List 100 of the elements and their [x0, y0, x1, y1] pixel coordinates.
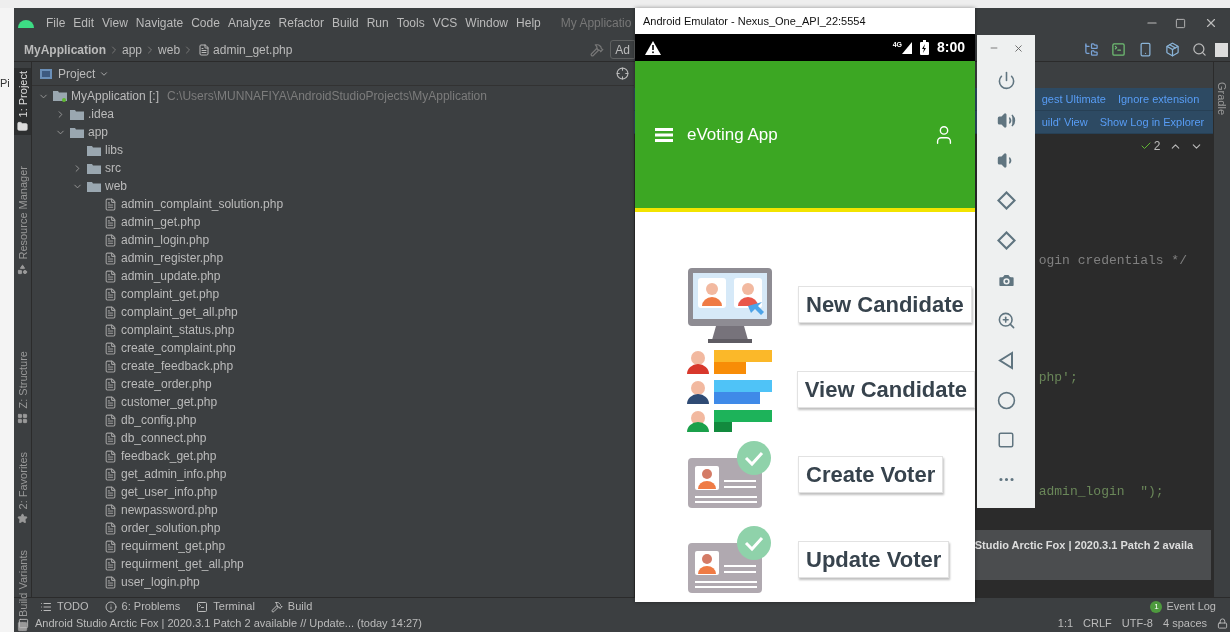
banner-link[interactable]: Ignore extension [1117, 90, 1200, 108]
tool-window-tab[interactable]: 6: Problems [104, 598, 181, 615]
tree-item-label[interactable]: complaint_get_all.php [121, 303, 238, 321]
lock-icon[interactable] [1217, 618, 1228, 629]
action-button[interactable]: New Candidate [798, 286, 972, 323]
menu-item[interactable]: Refactor [274, 14, 328, 32]
back-icon[interactable] [997, 351, 1015, 370]
breadcrumb-item[interactable]: web [158, 40, 181, 59]
breadcrumb-item[interactable]: admin_get.php [213, 40, 293, 59]
tree-item-label[interactable]: get_user_info.php [121, 483, 218, 501]
overview-icon[interactable] [997, 431, 1015, 449]
banner-link[interactable]: gest Ultimate [1041, 90, 1106, 108]
power-icon[interactable] [996, 71, 1016, 90]
folder-icon [17, 121, 28, 133]
module-folder-icon [53, 90, 67, 102]
side-tab[interactable]: Gradle [1213, 82, 1230, 116]
tree-item-label[interactable]: MyApplication [:] [71, 87, 160, 105]
zoom-icon[interactable] [996, 311, 1016, 330]
menu-item[interactable]: Window [461, 14, 513, 32]
tree-item-label[interactable]: admin_register.php [121, 249, 224, 267]
tree-item-label[interactable]: order_solution.php [121, 519, 221, 537]
action-button[interactable]: Create Voter [798, 456, 944, 493]
tree-item-label[interactable]: admin_login.php [121, 231, 210, 249]
tree-item-label[interactable]: create_feedback.php [121, 357, 234, 375]
event-log-tab[interactable]: Event Log [1166, 598, 1216, 615]
side-tab[interactable]: 1: Project [14, 68, 31, 136]
side-tab[interactable]: Z: Structure [14, 348, 31, 427]
tree-item-label[interactable]: requirment_get_all.php [121, 555, 244, 573]
close-icon[interactable] [1012, 42, 1024, 54]
status-item[interactable]: UTF-8 [1121, 615, 1153, 632]
status-item[interactable]: 1:1 [1057, 615, 1074, 632]
project-view-dropdown[interactable]: Project [58, 64, 110, 83]
side-tab[interactable]: 2: Favorites [14, 448, 31, 527]
menu-item[interactable]: Navigate [131, 14, 188, 32]
tree-item-label[interactable]: feedback_get.php [121, 447, 217, 465]
tree-item-label[interactable]: requirment_get.php [121, 537, 226, 555]
tree-item-label[interactable]: newpassword.php [121, 501, 218, 519]
tree-item-label[interactable]: complaint_get.php [121, 285, 220, 303]
tree-item-label[interactable]: db_config.php [121, 411, 197, 429]
tree-item-label[interactable]: .idea [88, 105, 115, 123]
menu-item[interactable]: Build [327, 14, 363, 32]
status-item[interactable]: 4 spaces [1162, 615, 1207, 632]
check-icon [1139, 140, 1152, 152]
tree-item-label[interactable]: db_connect.php [121, 429, 207, 447]
breadcrumb-item[interactable]: app [122, 40, 143, 59]
phone-icon[interactable] [1138, 42, 1153, 57]
tool-window-tab[interactable]: Terminal [196, 598, 255, 615]
folder-tree-icon[interactable] [1084, 42, 1099, 57]
tree-item-label[interactable]: complaint_status.php [121, 321, 235, 339]
action-button[interactable]: View Candidate [796, 371, 975, 408]
close-icon[interactable] [1204, 16, 1218, 30]
hammer-icon[interactable] [590, 42, 605, 57]
banner-link[interactable]: Show Log in Explorer [1099, 113, 1205, 131]
status-item[interactable]: CRLF [1083, 615, 1112, 632]
menu-item[interactable]: Code [187, 14, 224, 32]
menu-item[interactable]: Help [512, 14, 545, 32]
menu-item[interactable]: VCS [428, 14, 462, 32]
tree-item-label[interactable]: libs [105, 141, 123, 159]
menu-icon[interactable] [655, 127, 673, 142]
tree-item-label[interactable]: user_login.php [121, 573, 200, 591]
breadcrumb-item[interactable]: MyApplication [24, 40, 106, 59]
tree-item-label[interactable]: admin_get.php [121, 213, 201, 231]
menu-item[interactable]: Tools [392, 14, 429, 32]
menu-item[interactable]: View [98, 14, 132, 32]
file-icon [104, 287, 117, 301]
action-button[interactable]: Update Voter [798, 541, 950, 578]
tool-window-tab[interactable]: TODO [40, 598, 89, 615]
panel-toggle-icon[interactable] [18, 618, 29, 629]
menu-item[interactable]: Analyze [223, 14, 275, 32]
rotate-right-icon[interactable] [996, 231, 1016, 250]
side-tab[interactable]: Resource Manager [14, 163, 31, 279]
tree-item-label[interactable]: customer_get.php [121, 393, 218, 411]
maximize-icon[interactable] [1175, 17, 1186, 29]
folder-icon [87, 180, 101, 192]
project-path: C:\Users\MUNNAFIYA\AndroidStudioProjects\MyApplication [167, 88, 487, 105]
side-tab[interactable]: Build Variants [14, 546, 31, 636]
locate-icon[interactable] [615, 67, 629, 80]
file-icon [104, 269, 117, 283]
volume-up-icon[interactable] [996, 111, 1016, 130]
box-icon[interactable] [1165, 42, 1180, 57]
tree-item-label[interactable]: create_complaint.php [121, 339, 236, 357]
list-icon [40, 600, 52, 613]
terminal-icon[interactable] [1111, 42, 1126, 57]
tree-item-label[interactable]: create_order.php [121, 375, 212, 393]
home-icon[interactable] [996, 391, 1016, 410]
banner-link[interactable]: uild' View [1041, 113, 1088, 131]
tree-item-label[interactable]: app [88, 123, 109, 141]
tree-item-label[interactable]: admin_complaint_solution.php [121, 195, 284, 213]
avatar-icon[interactable] [1215, 42, 1228, 57]
rotate-left-icon[interactable] [996, 191, 1016, 210]
tree-item-label[interactable]: src [105, 159, 121, 177]
update-balloon: Studio Arctic Fox | 2020.3.1 Patch 2 availa [973, 530, 1211, 580]
menu-item[interactable]: File [42, 14, 70, 32]
menu-item[interactable]: Run [362, 14, 393, 32]
tool-window-tab[interactable]: Build [270, 598, 313, 615]
menu-item[interactable]: Edit [69, 14, 99, 32]
tree-item-label[interactable]: get_admin_info.php [121, 465, 227, 483]
tree-item-label[interactable]: admin_update.php [121, 267, 221, 285]
tree-item-label[interactable]: web [105, 177, 127, 195]
search-icon[interactable] [1192, 42, 1207, 57]
